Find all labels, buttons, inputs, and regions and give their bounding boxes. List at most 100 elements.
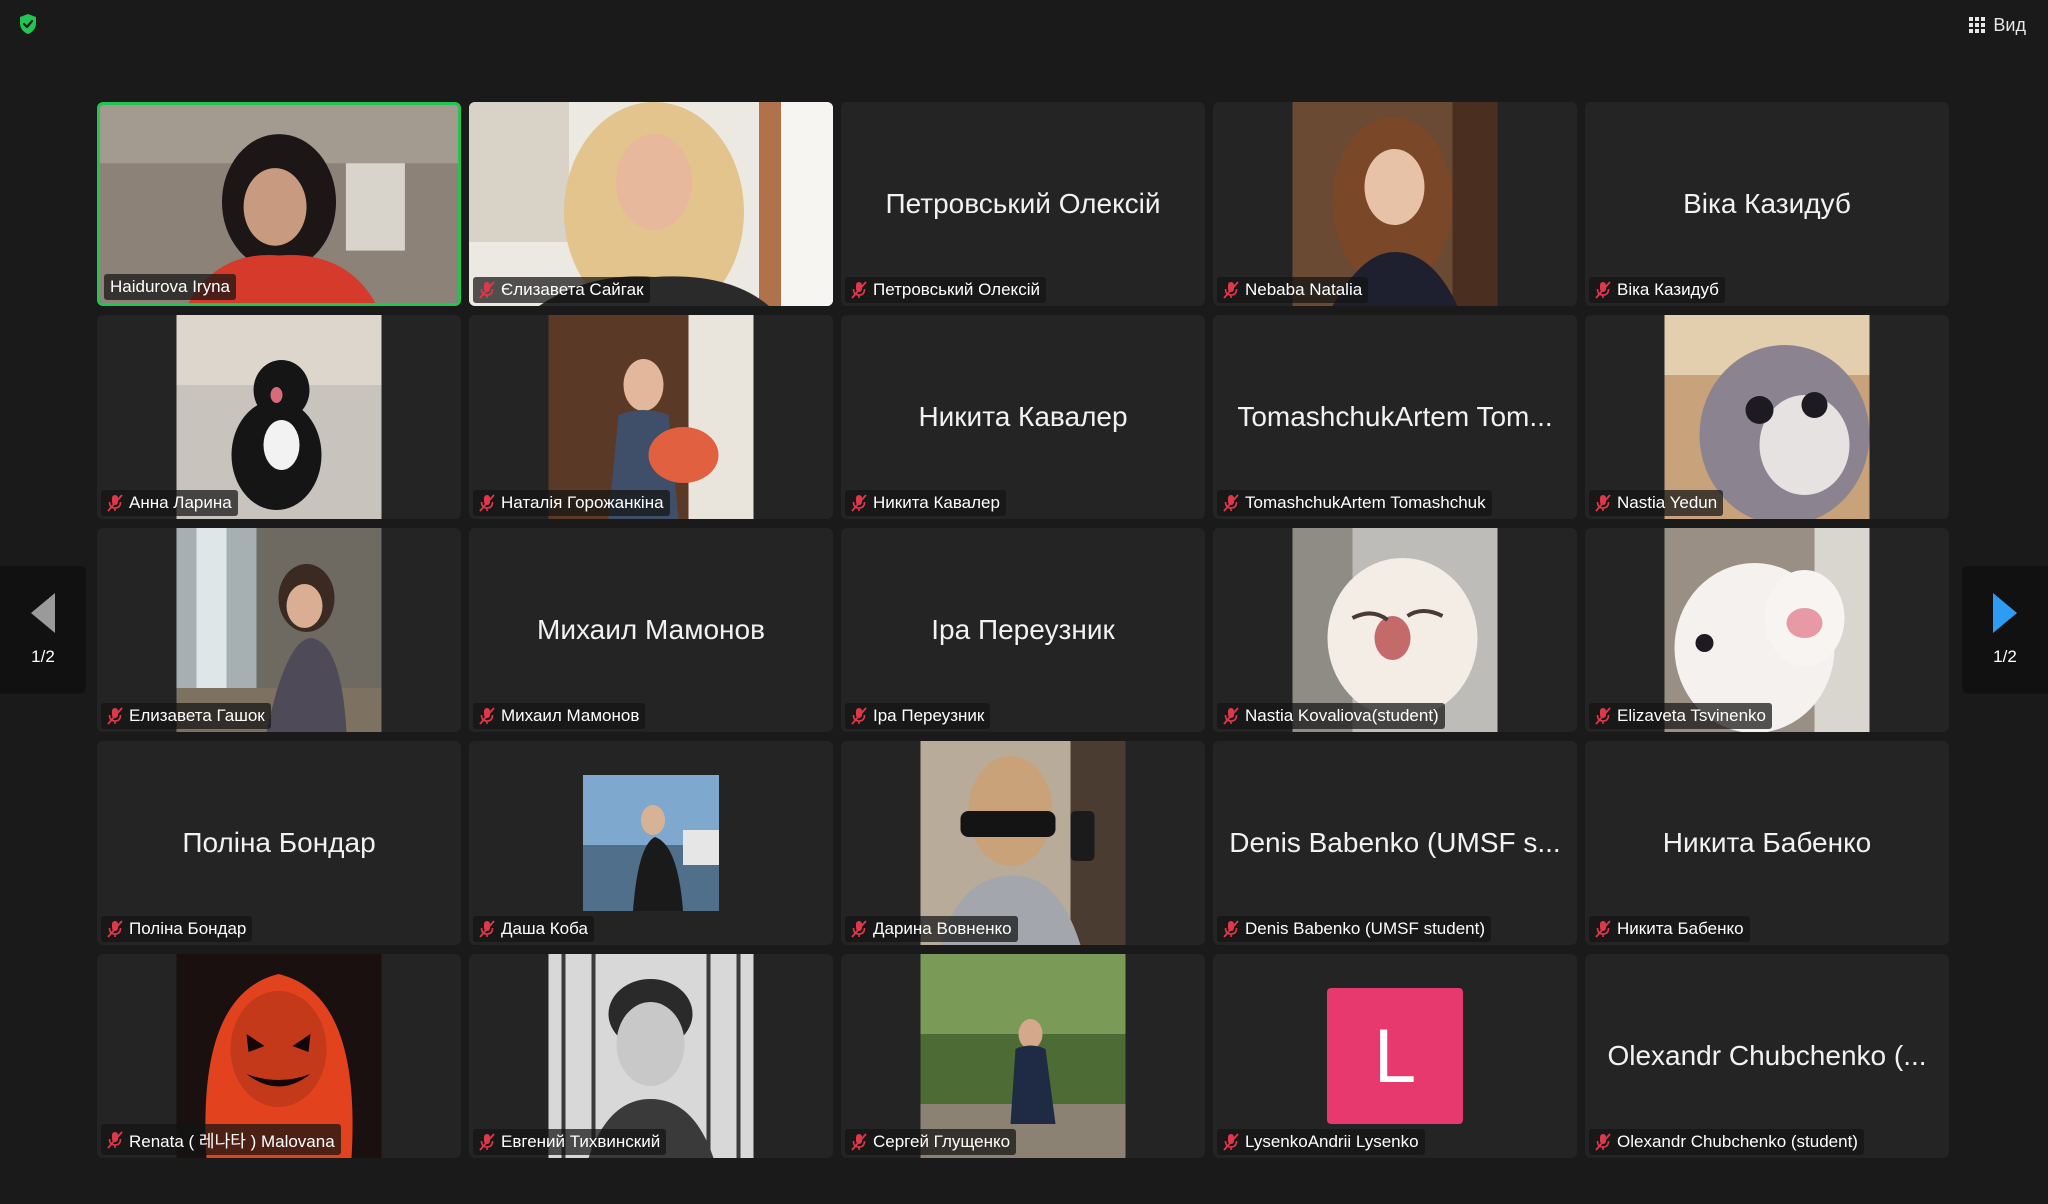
meeting-window: Вид 1/2 1/2 Haidurova Iryna Єлизавета Са…: [0, 0, 2048, 1204]
participant-tile[interactable]: Nebaba Natalia: [1213, 102, 1577, 306]
participant-name: Haidurova Iryna: [110, 277, 231, 296]
participant-tile[interactable]: Nastia Yedun: [1585, 315, 1949, 519]
participant-name: Наталія Горожанкіна: [501, 493, 664, 512]
participant-tile[interactable]: Nastia Kovaliova(student): [1213, 528, 1577, 732]
participant-name: Поліна Бондар: [129, 919, 247, 938]
participant-tile[interactable]: Михаил Мамонов Михаил Мамонов: [469, 528, 833, 732]
participant-video: [920, 954, 1126, 1158]
participant-name-label: Olexandr Chubchenko (student): [1589, 1129, 1864, 1155]
participant-video: [1664, 315, 1870, 519]
participant-name-label: Elizaveta Tsvinenko: [1589, 703, 1772, 729]
participant-name: Даша Коба: [501, 919, 588, 938]
participant-name: Denis Babenko (UMSF student): [1245, 919, 1485, 938]
participant-tile[interactable]: TomashchukArtem Tom... TomashchukArtem T…: [1213, 315, 1577, 519]
participant-name: Єлизавета Сайгак: [501, 280, 644, 299]
mic-muted-icon: [1223, 281, 1239, 299]
participant-tile[interactable]: Елизавета Гашок: [97, 528, 461, 732]
mic-muted-icon: [1223, 1133, 1239, 1151]
participant-tile[interactable]: Петровський Олексій Петровський Олексій: [841, 102, 1205, 306]
participant-name-label: Віка Казидуб: [1589, 277, 1725, 303]
participant-video: [548, 315, 754, 519]
participant-name-label: Іра Переузник: [845, 703, 991, 729]
participant-tile[interactable]: Denis Babenko (UMSF s... Denis Babenko (…: [1213, 741, 1577, 945]
participant-tile[interactable]: Іра Переузник Іра Переузник: [841, 528, 1205, 732]
participant-tile[interactable]: Renata ( 레나타 ) Malovana: [97, 954, 461, 1158]
mic-muted-icon: [851, 707, 867, 725]
participant-tile[interactable]: Наталія Горожанкіна: [469, 315, 833, 519]
participant-name: Olexandr Chubchenko (student): [1617, 1132, 1858, 1151]
participant-tile[interactable]: Віка Казидуб Віка Казидуб: [1585, 102, 1949, 306]
participant-video: [583, 775, 719, 911]
participant-tile[interactable]: Анна Ларина: [97, 315, 461, 519]
view-button[interactable]: Вид: [1969, 12, 2026, 38]
participant-display-name: Olexandr Chubchenko (...: [1607, 1040, 1927, 1071]
mic-muted-icon: [107, 707, 123, 725]
participant-display-name: Поліна Бондар: [182, 827, 376, 858]
participant-name-label: Nastia Yedun: [1589, 490, 1724, 516]
mic-muted-icon: [479, 281, 495, 299]
participant-name-label: Nebaba Natalia: [1217, 277, 1369, 303]
participant-tile[interactable]: Сергей Глущенко: [841, 954, 1205, 1158]
mic-muted-icon: [1223, 920, 1239, 938]
participant-name: Nebaba Natalia: [1245, 280, 1363, 299]
mic-muted-icon: [479, 707, 495, 725]
participant-name: Никита Кавалер: [873, 493, 1000, 512]
participant-name-label: TomashchukArtem Tomashchuk: [1217, 490, 1492, 516]
participant-name-label: Никита Кавалер: [845, 490, 1006, 516]
participant-name: Renata ( 레나타 ) Malovana: [129, 1132, 335, 1151]
participant-name: Сергей Глущенко: [873, 1132, 1011, 1151]
participant-name: Віка Казидуб: [1617, 280, 1719, 299]
participant-name-label: Анна Ларина: [101, 490, 238, 516]
participant-video: [1292, 528, 1498, 732]
participant-video: [176, 528, 382, 732]
participant-tile[interactable]: Никита Бабенко Никита Бабенко: [1585, 741, 1949, 945]
participant-video: [548, 954, 754, 1158]
participant-video: [920, 741, 1126, 945]
participant-name-label: Denis Babenko (UMSF student): [1217, 916, 1491, 942]
participant-name-label: Поліна Бондар: [101, 916, 253, 942]
participant-name-label: Renata ( 레나타 ) Malovana: [101, 1124, 341, 1155]
participant-name: LysenkoAndrii Lysenko: [1245, 1132, 1419, 1151]
arrow-left-icon: [31, 593, 55, 633]
arrow-right-icon: [1993, 593, 2017, 633]
previous-page-button[interactable]: 1/2: [0, 566, 86, 694]
participant-name-label: Даша Коба: [473, 916, 594, 942]
participant-video: [176, 315, 382, 519]
participant-name: TomashchukArtem Tomashchuk: [1245, 493, 1486, 512]
participant-display-name: Михаил Мамонов: [537, 614, 765, 645]
participant-name-label: Елизавета Гашок: [101, 703, 271, 729]
participant-tile[interactable]: Haidurova Iryna: [97, 102, 461, 306]
participant-name: Анна Ларина: [129, 493, 232, 512]
participant-tile[interactable]: Єлизавета Сайгак: [469, 102, 833, 306]
mic-muted-icon: [107, 1130, 123, 1149]
participant-tile[interactable]: Дарина Вовненко: [841, 741, 1205, 945]
mic-muted-icon: [1595, 1133, 1611, 1151]
participant-tile[interactable]: Даша Коба: [469, 741, 833, 945]
participant-grid: Haidurova Iryna Єлизавета Сайгак Петровс…: [97, 102, 1952, 1158]
participant-name-label: Михаил Мамонов: [473, 703, 646, 729]
participant-tile[interactable]: Никита Кавалер Никита Кавалер: [841, 315, 1205, 519]
participant-name: Петровський Олексій: [873, 280, 1040, 299]
mic-muted-icon: [1223, 494, 1239, 512]
mic-muted-icon: [1595, 920, 1611, 938]
mic-muted-icon: [851, 281, 867, 299]
next-page-button[interactable]: 1/2: [1962, 566, 2048, 694]
participant-display-name: Віка Казидуб: [1683, 188, 1851, 219]
participant-name-label: Дарина Вовненко: [845, 916, 1018, 942]
mic-muted-icon: [851, 920, 867, 938]
view-button-label: Вид: [1993, 14, 2026, 35]
participant-tile[interactable]: Elizaveta Tsvinenko: [1585, 528, 1949, 732]
participant-tile[interactable]: Евгений Тихвинский: [469, 954, 833, 1158]
mic-muted-icon: [479, 920, 495, 938]
page-indicator-right: 1/2: [1993, 647, 2017, 666]
shield-icon[interactable]: [16, 12, 40, 36]
participant-tile[interactable]: Olexandr Chubchenko (... Olexandr Chubch…: [1585, 954, 1949, 1158]
mic-muted-icon: [1595, 707, 1611, 725]
page-indicator-left: 1/2: [31, 647, 55, 666]
participant-name-label: Єлизавета Сайгак: [473, 277, 650, 303]
grid-icon: [1969, 17, 1986, 33]
participant-tile[interactable]: Поліна Бондар Поліна Бондар: [97, 741, 461, 945]
participant-tile[interactable]: L LysenkoAndrii Lysenko: [1213, 954, 1577, 1158]
participant-name-label: LysenkoAndrii Lysenko: [1217, 1129, 1425, 1155]
mic-muted-icon: [107, 494, 123, 512]
